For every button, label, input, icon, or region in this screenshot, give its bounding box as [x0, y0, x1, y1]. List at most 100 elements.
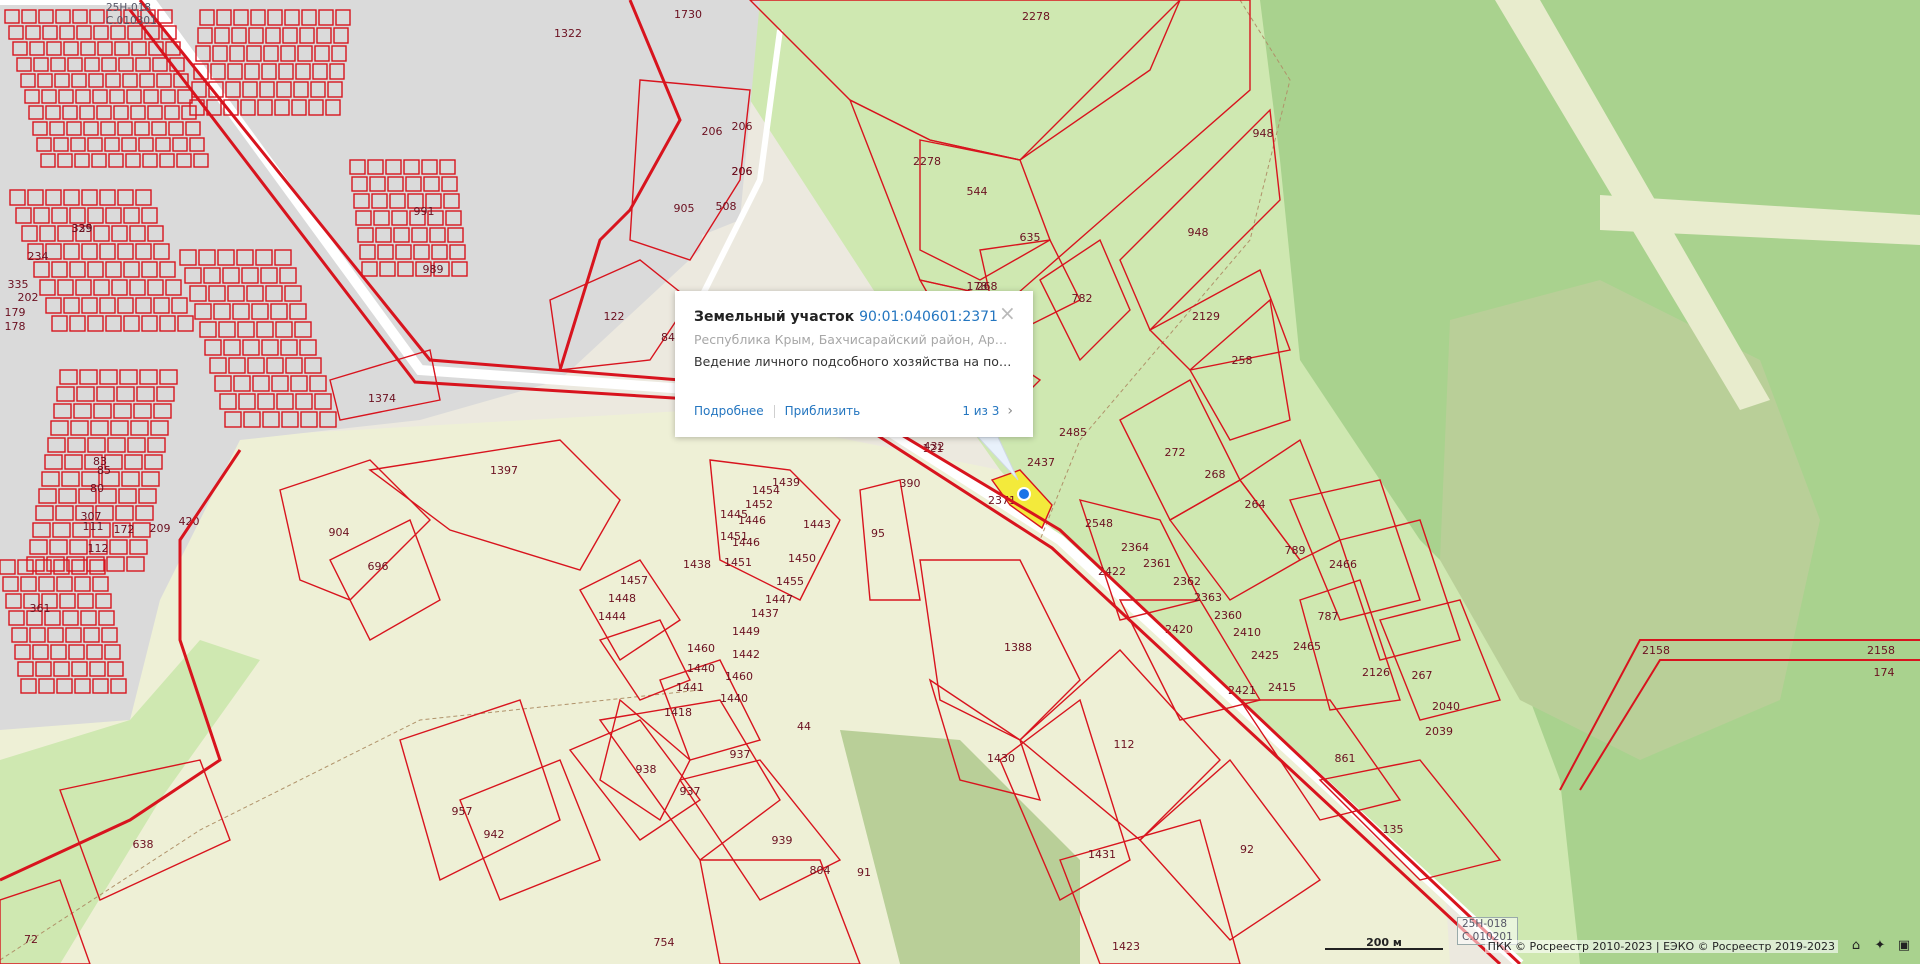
chevron-right-icon[interactable]: › — [1007, 403, 1013, 419]
parcel-number-label: 2039 — [1425, 725, 1453, 738]
parcel-number-label: 1455 — [776, 575, 804, 588]
scale-bar: 200 м — [1325, 936, 1443, 952]
parcel-number-label: 1445 — [720, 508, 748, 521]
parcel-number-label: 80 — [90, 482, 104, 495]
parcel-number-label: 122 — [604, 310, 625, 323]
map-canvas[interactable]: 2278 1730 1322 206 206 206 206 905 508 2278 544 635… — [0, 0, 1920, 964]
parcel-number-label: 789 — [1285, 544, 1306, 557]
parcel-number-label: 1437 — [751, 607, 779, 620]
parcel-purpose: Ведение личного подсобного хозяйства на … — [694, 354, 1014, 369]
parcel-number-label: 264 — [1245, 498, 1266, 511]
parcel-number-label: 787 — [1318, 610, 1339, 623]
parcel-number-label: 1449 — [732, 625, 760, 638]
pager-count: 1 из 3 — [962, 404, 1000, 418]
crosshair-icon[interactable]: ✦ — [1872, 938, 1888, 953]
copyright-text: ПКК © Росреестр 2010-2023 | ЕЭКО © Росре… — [1484, 940, 1838, 953]
parcel-type-label: Земельный участок — [694, 309, 855, 325]
parcel-number-label: 1418 — [664, 706, 692, 719]
popup-footer: Подробнее Приблизить 1 из 3 › — [694, 403, 1013, 419]
parcel-number-label: 754 — [654, 936, 675, 949]
parcel-number-label: 1443 — [803, 518, 831, 531]
parcel-number-label: 1423 — [1112, 940, 1140, 953]
parcel-number-label: 267 — [1412, 669, 1433, 682]
parcel-number-label: 1450 — [788, 552, 816, 565]
parcel-number-label: 939 — [772, 834, 793, 847]
parcel-address: Республика Крым, Бахчисарайский район, А… — [694, 332, 1014, 347]
parcel-number-label: 905 — [674, 202, 695, 215]
parcel-number-label: 2466 — [1329, 558, 1357, 571]
parcel-number-label: 206 — [702, 125, 723, 138]
location-dot-icon[interactable] — [1017, 487, 1031, 501]
zone-code-line: 25Н-018 — [1462, 918, 1508, 930]
parcel-number-label: 2415 — [1268, 681, 1296, 694]
parcel-number-label: 948 — [1253, 127, 1274, 140]
parcel-number-label: 206 — [732, 165, 753, 178]
parcel-number-label: 1730 — [674, 8, 702, 21]
parcel-number-label: 2425 — [1251, 649, 1279, 662]
parcel-number-label: 508 — [716, 200, 737, 213]
parcel-number-label: 2278 — [1022, 10, 1050, 23]
parcel-number-label: 937 — [730, 748, 751, 761]
parcel-number-label: 2410 — [1233, 626, 1261, 639]
parcel-number-label: 2437 — [1027, 456, 1055, 469]
parcel-number-label: 361 — [30, 602, 51, 615]
parcel-number-label: 544 — [967, 185, 988, 198]
home-icon[interactable]: ⌂ — [1848, 938, 1864, 953]
parcel-number-label: 1452 — [745, 498, 773, 511]
parcel-number-label: 2129 — [1192, 310, 1220, 323]
details-link[interactable]: Подробнее — [694, 404, 764, 418]
parcel-number-label: 112 — [1114, 738, 1135, 751]
zoom-to-link[interactable]: Приблизить — [785, 404, 861, 418]
parcel-number-label: 92 — [1240, 843, 1254, 856]
parcel-number-label: 957 — [452, 805, 473, 818]
parcel-number-label: 1444 — [598, 610, 626, 623]
parcel-number-label: 904 — [329, 526, 350, 539]
parcel-number-label: 1448 — [608, 592, 636, 605]
parcel-number-label: 2363 — [1194, 591, 1222, 604]
parcel-number-label: 804 — [810, 864, 831, 877]
parcel-number-label: 390 — [900, 477, 921, 490]
close-icon[interactable]: × — [999, 303, 1016, 323]
zone-code-line: 25Н-018 — [106, 2, 152, 14]
parcel-number-label: 135 — [1383, 823, 1404, 836]
parcel-number-label: 696 — [368, 560, 389, 573]
parcel-number-label: 2361 — [1143, 557, 1171, 570]
divider — [773, 404, 775, 418]
parcel-number-label: 174 — [1874, 666, 1895, 679]
cadastral-number-link[interactable]: 90:01:040601:2371 — [859, 309, 998, 325]
parcel-number-label: 635 — [1020, 231, 1041, 244]
parcel-number-label: 209 — [150, 522, 171, 535]
parcel-number-label: 2364 — [1121, 541, 1149, 554]
parcel-number-label: 2465 — [1293, 640, 1321, 653]
scale-line — [1325, 948, 1443, 950]
parcel-number-label: 1430 — [987, 752, 1015, 765]
parcel-number-label: 2040 — [1432, 700, 1460, 713]
parcel-number-label: 179 — [5, 306, 26, 319]
parcel-number-label: 206 — [732, 120, 753, 133]
parcel-number-label: 942 — [484, 828, 505, 841]
parcel-number-label: 991 — [414, 205, 435, 218]
parcel-number-label: 2158 — [1642, 644, 1670, 657]
parcel-number-label: 202 — [18, 291, 39, 304]
parcel-number-label: 1397 — [490, 464, 518, 477]
parcel-number-label: 335 — [8, 278, 29, 291]
parcel-info-popup: × Земельный участок 90:01:040601:2371 Ре… — [675, 291, 1033, 437]
parcel-number-label: 1451 — [724, 556, 752, 569]
zone-code-line: С.010301 — [106, 15, 157, 27]
parcel-number-label: 1438 — [683, 558, 711, 571]
parcel-number-label: 95 — [871, 527, 885, 540]
map-tools: ⌂ ✦ ▣ — [1848, 938, 1912, 953]
parcel-number-label: 83 — [93, 455, 107, 468]
parcel-number-label: 1440 — [687, 662, 715, 675]
parcel-number-label: 1442 — [732, 648, 760, 661]
parcel-number-label: 258 — [1232, 354, 1253, 367]
parcel-number-label: 2548 — [1085, 517, 1113, 530]
parcel-number-label: 172 — [114, 523, 135, 536]
parcel-number-label: 937 — [680, 785, 701, 798]
screen-icon[interactable]: ▣ — [1896, 938, 1912, 953]
parcel-number-label: 638 — [133, 838, 154, 851]
parcel-number-label: 1388 — [1004, 641, 1032, 654]
parcel-number-label: 268 — [1205, 468, 1226, 481]
parcel-number-label: 72 — [24, 933, 38, 946]
parcel-number-label: 1460 — [687, 642, 715, 655]
